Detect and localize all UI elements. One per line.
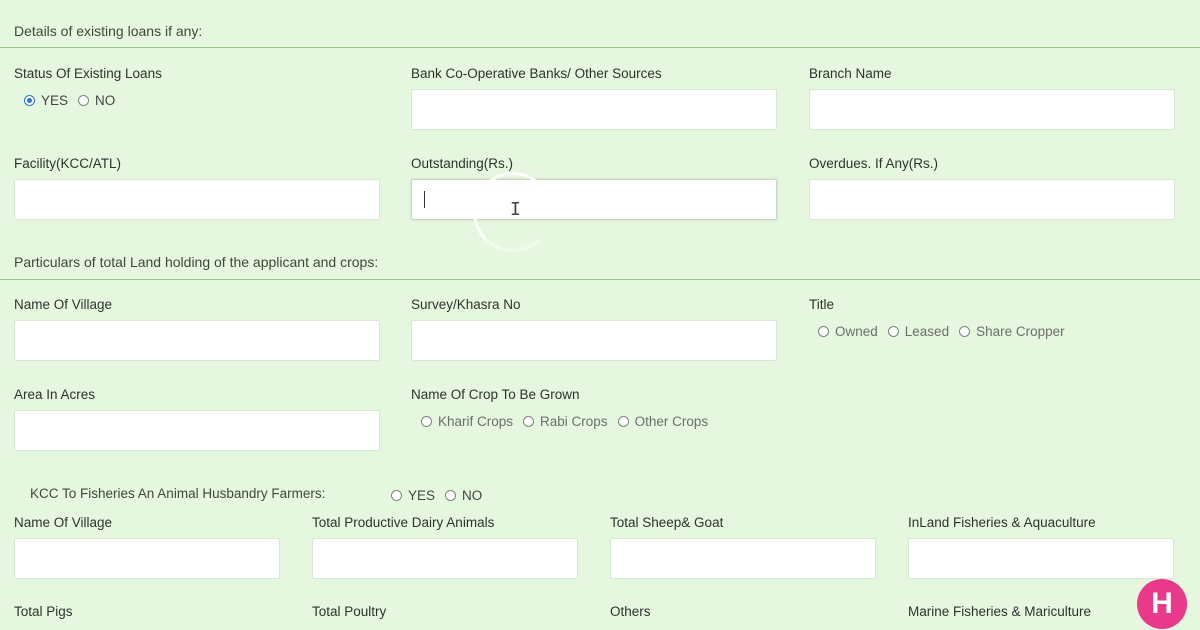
area-label: Area In Acres <box>14 387 96 402</box>
title-label: Title <box>809 297 835 312</box>
title-owned-option[interactable]: Owned <box>818 324 878 339</box>
fisheries-no-option[interactable]: NO <box>445 488 482 503</box>
sheep-goat-label: Total Sheep& Goat <box>610 515 724 530</box>
fisheries-village-label: Name Of Village <box>14 515 113 530</box>
crop-rabi-option[interactable]: Rabi Crops <box>523 414 608 429</box>
radio-icon[interactable] <box>445 490 457 501</box>
status-existing-loans-label: Status Of Existing Loans <box>14 66 162 81</box>
dairy-animals-label: Total Productive Dairy Animals <box>312 515 495 530</box>
branch-name-input[interactable] <box>809 89 1175 130</box>
sheep-goat-input[interactable] <box>610 538 876 579</box>
crop-label: Name Of Crop To Be Grown <box>411 387 580 402</box>
overdues-input[interactable] <box>809 179 1175 220</box>
crop-kharif-option[interactable]: Kharif Crops <box>421 414 513 429</box>
status-no-option[interactable]: NO <box>78 93 115 108</box>
section-divider <box>0 47 1200 48</box>
radio-icon[interactable] <box>78 95 90 106</box>
pigs-label: Total Pigs <box>14 604 73 619</box>
outstanding-input[interactable] <box>411 179 777 220</box>
survey-label: Survey/Khasra No <box>411 297 521 312</box>
branch-name-label: Branch Name <box>809 66 892 81</box>
fisheries-question-label: KCC To Fisheries An Animal Husbandry Far… <box>30 486 326 501</box>
outstanding-label: Outstanding(Rs.) <box>411 156 514 171</box>
facility-input[interactable] <box>14 179 380 220</box>
survey-input[interactable] <box>411 320 777 361</box>
radio-icon[interactable] <box>421 416 432 427</box>
title-share-cropper-option[interactable]: Share Cropper <box>959 324 1065 339</box>
fisheries-village-input[interactable] <box>14 538 280 579</box>
brand-badge-icon[interactable]: H <box>1137 579 1187 629</box>
ibeam-cursor-icon: I <box>510 199 521 220</box>
radio-icon[interactable] <box>818 326 829 337</box>
radio-icon[interactable] <box>959 326 971 337</box>
title-radio-group: Owned Leased Share Cropper <box>818 324 1075 339</box>
fisheries-yes-option[interactable]: YES <box>391 488 435 503</box>
village-label: Name Of Village <box>14 297 113 312</box>
section-divider <box>0 279 1200 280</box>
status-yes-option[interactable]: YES <box>24 93 68 108</box>
crop-radio-group: Kharif Crops Rabi Crops Other Crops <box>421 414 718 429</box>
inland-fisheries-input[interactable] <box>908 538 1174 579</box>
status-existing-loans-radio-group: YES NO <box>24 93 125 108</box>
bank-label: Bank Co-Operative Banks/ Other Sources <box>411 66 662 81</box>
marine-fisheries-label: Marine Fisheries & Mariculture <box>908 604 1092 619</box>
area-input[interactable] <box>14 410 380 451</box>
title-leased-option[interactable]: Leased <box>887 324 949 339</box>
dairy-animals-input[interactable] <box>312 538 578 579</box>
facility-label: Facility(KCC/ATL) <box>14 156 122 171</box>
village-input[interactable] <box>14 320 380 361</box>
section-title-land-holding: Particulars of total Land holding of the… <box>14 254 379 270</box>
overdues-label: Overdues. If Any(Rs.) <box>809 156 939 171</box>
radio-icon[interactable] <box>617 416 629 427</box>
text-caret <box>424 191 425 208</box>
radio-icon[interactable] <box>887 326 899 337</box>
poultry-label: Total Poultry <box>312 604 387 619</box>
fisheries-radio-group: YES NO <box>391 488 492 503</box>
inland-fisheries-label: InLand Fisheries & Aquaculture <box>908 515 1096 530</box>
bank-input[interactable] <box>411 89 777 130</box>
radio-icon[interactable] <box>391 490 402 501</box>
crop-other-option[interactable]: Other Crops <box>617 414 708 429</box>
others-label: Others <box>610 604 651 619</box>
radio-icon[interactable] <box>523 416 535 427</box>
section-title-existing-loans: Details of existing loans if any: <box>14 23 203 39</box>
radio-selected-icon[interactable] <box>24 95 35 106</box>
